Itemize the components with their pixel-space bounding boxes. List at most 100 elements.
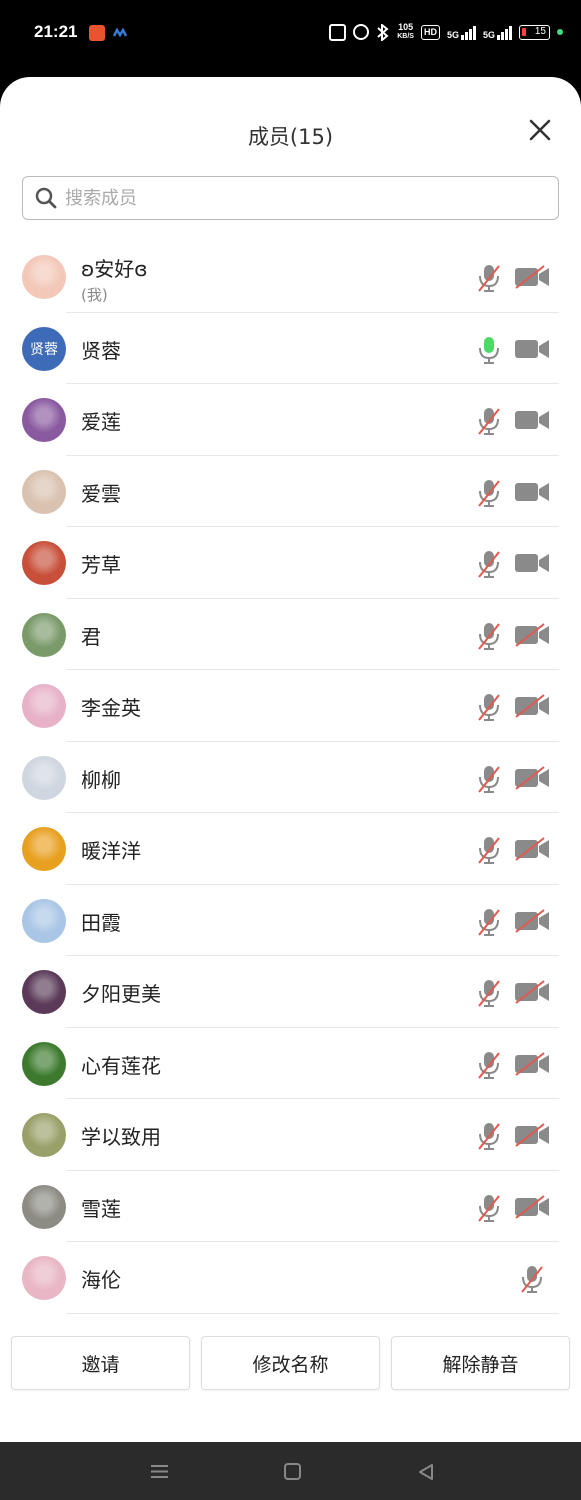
avatar <box>22 1041 66 1086</box>
rename-button[interactable]: 修改名称 <box>201 1336 380 1390</box>
microphone-muted-icon[interactable] <box>476 263 502 293</box>
alarm-icon <box>353 24 370 40</box>
avatar <box>22 898 66 943</box>
member-row[interactable]: 君 <box>0 599 581 670</box>
member-row[interactable]: 学以致用 <box>0 1099 581 1171</box>
battery-indicator: 15 <box>519 24 550 40</box>
status-icons: 105 KB/S HD 5G 5G 15 <box>329 23 563 41</box>
camera-off-icon[interactable] <box>514 908 550 933</box>
member-name: ʚ安好ɞ <box>81 257 148 281</box>
search-box[interactable] <box>22 176 559 220</box>
camera-off-icon[interactable] <box>514 694 550 718</box>
microphone-muted-icon[interactable] <box>476 1193 502 1223</box>
back-icon[interactable] <box>417 1463 435 1481</box>
member-name: 爱雲 <box>81 481 121 506</box>
microphone-muted-icon[interactable] <box>476 621 502 651</box>
unmute-all-button[interactable]: 解除静音 <box>391 1336 570 1390</box>
microphone-muted-icon[interactable] <box>476 978 502 1008</box>
member-row[interactable]: 夕阳更美 <box>0 956 581 1028</box>
microphone-muted-icon[interactable] <box>519 1264 545 1294</box>
member-name: 君 <box>81 624 101 649</box>
member-row[interactable]: 雪莲 <box>0 1171 581 1242</box>
member-row[interactable]: 爱莲 <box>0 384 581 456</box>
camera-off-icon[interactable] <box>514 837 550 861</box>
camera-off-icon[interactable] <box>514 1123 550 1147</box>
microphone-icon[interactable] <box>476 335 502 365</box>
member-row[interactable]: ʚ安好ɞ (我) <box>0 241 581 313</box>
member-name: 暖洋洋 <box>81 839 141 863</box>
member-name: 雪莲 <box>81 1196 121 1221</box>
avatar <box>22 970 66 1014</box>
microphone-muted-icon[interactable] <box>476 692 502 722</box>
search-icon <box>35 187 57 209</box>
camera-off-icon[interactable] <box>514 980 550 1004</box>
status-bar: 21:21 105 KB/S HD 5G 5G 15 <box>0 0 581 68</box>
microphone-muted-icon[interactable] <box>476 835 502 865</box>
avatar <box>22 1256 66 1300</box>
home-icon[interactable] <box>284 1463 301 1480</box>
member-name: 心有莲花 <box>81 1053 161 1078</box>
member-row[interactable]: 心有莲花 <box>0 1028 581 1099</box>
app-notification-icon-2 <box>113 28 127 38</box>
app-notification-icon <box>89 25 105 41</box>
member-row[interactable]: 李金英 <box>0 670 581 742</box>
microphone-muted-icon[interactable] <box>476 478 502 508</box>
member-name: 夕阳更美 <box>81 982 161 1006</box>
privacy-dot <box>557 29 563 35</box>
member-name: 海伦 <box>81 1268 121 1292</box>
member-row[interactable]: 海伦 <box>0 1242 581 1314</box>
signal-2: 5G <box>483 25 512 40</box>
avatar <box>22 541 66 585</box>
camera-off-icon[interactable] <box>514 622 550 647</box>
camera-off-icon[interactable] <box>514 765 550 790</box>
bluetooth-icon <box>377 23 389 41</box>
action-bar: 邀请 修改名称 解除静音 <box>0 1336 581 1390</box>
camera-icon[interactable] <box>514 408 550 432</box>
member-row[interactable]: 爱雲 <box>0 456 581 527</box>
avatar <box>22 1113 66 1157</box>
network-speed: 105 KB/S <box>397 22 414 41</box>
camera-icon[interactable] <box>514 551 550 575</box>
member-list: ʚ安好ɞ (我) 贤蓉 贤蓉 爱莲爱雲芳草君李金英柳柳暖洋洋田霞夕阳更美心有莲花学以致用… <box>0 241 581 1314</box>
menu-icon[interactable] <box>150 1464 169 1479</box>
camera-icon[interactable] <box>514 480 550 504</box>
camera-off-icon[interactable] <box>514 265 550 289</box>
avatar <box>22 612 66 657</box>
hd-icon: HD <box>420 24 440 40</box>
microphone-muted-icon[interactable] <box>476 907 502 937</box>
member-row[interactable]: 暖洋洋 <box>0 813 581 885</box>
close-icon[interactable] <box>527 117 553 143</box>
member-name: 贤蓉 <box>81 338 121 363</box>
avatar <box>22 255 66 299</box>
system-nav-bar <box>0 1442 581 1500</box>
member-name: 芳草 <box>81 553 121 577</box>
search-input[interactable] <box>65 187 535 209</box>
camera-icon[interactable] <box>514 337 550 361</box>
member-name: 田霞 <box>81 910 121 935</box>
camera-off-icon[interactable] <box>514 1194 550 1219</box>
member-name: 柳柳 <box>81 767 121 792</box>
member-row[interactable]: 田霞 <box>0 885 581 956</box>
member-row[interactable]: 贤蓉 贤蓉 <box>0 313 581 384</box>
invite-button[interactable]: 邀请 <box>11 1336 190 1390</box>
member-self-tag: (我) <box>81 286 108 304</box>
avatar <box>22 1184 66 1229</box>
microphone-muted-icon[interactable] <box>476 1050 502 1080</box>
members-sheet: 成员(15) ʚ安好ɞ (我) 贤蓉贤蓉爱莲爱雲芳草君李金英柳柳暖洋洋田霞夕阳更美心… <box>0 77 581 1442</box>
nfc-icon <box>329 23 347 41</box>
microphone-muted-icon[interactable] <box>476 406 502 436</box>
member-name: 李金英 <box>81 696 141 720</box>
camera-off-icon[interactable] <box>514 1051 550 1076</box>
avatar <box>22 827 66 871</box>
member-name: 学以致用 <box>81 1125 161 1149</box>
microphone-muted-icon[interactable] <box>476 764 502 794</box>
avatar <box>22 684 66 728</box>
microphone-muted-icon[interactable] <box>476 1121 502 1151</box>
page-title: 成员(15) <box>247 125 334 149</box>
member-row[interactable]: 柳柳 <box>0 742 581 813</box>
member-row[interactable]: 芳草 <box>0 527 581 599</box>
microphone-muted-icon[interactable] <box>476 549 502 579</box>
divider <box>66 1312 559 1314</box>
signal-1: 5G <box>447 25 476 40</box>
avatar <box>22 755 66 800</box>
